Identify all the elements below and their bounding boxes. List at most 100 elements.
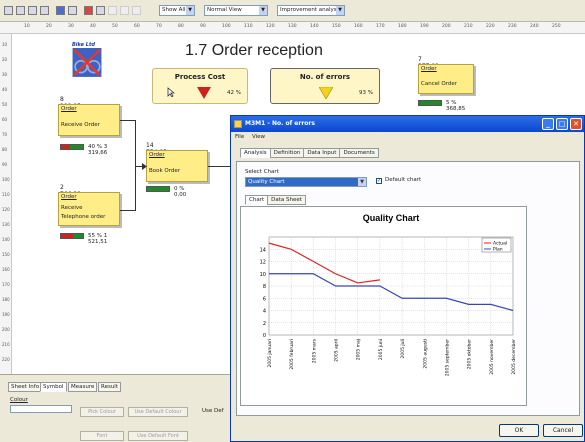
- process-box[interactable]: Order Book Order: [146, 150, 208, 182]
- ruler-tick: 150: [2, 252, 10, 257]
- x-tick-label: 2005 november: [489, 339, 495, 375]
- use-default-label[interactable]: Use Def: [202, 408, 224, 414]
- ruler-tick: 30: [2, 72, 8, 77]
- view-select-value: Normal View: [207, 7, 242, 13]
- ruler-tick: 50: [112, 24, 118, 29]
- copy-icon[interactable]: [40, 6, 49, 15]
- process-name: Cancel Order: [421, 81, 458, 87]
- process-box[interactable]: Order Receive Telephone order: [58, 192, 120, 226]
- ruler-tick: 190: [420, 24, 429, 29]
- kpi-process-cost[interactable]: Process Cost 42 %: [152, 68, 248, 104]
- kpi-no-of-errors[interactable]: No. of errors 93 %: [270, 68, 380, 104]
- chart-panel: Quality Chart 0 2 4 6 8 10 12 14 2005 januari 2005…: [240, 206, 527, 406]
- toolbar: Show All ▼ Normal View ▼ Improvement analy…: [0, 0, 585, 22]
- ruler-tick: 180: [398, 24, 407, 29]
- ruler-tick: 130: [2, 222, 10, 227]
- font-button[interactable]: Font: [80, 431, 124, 441]
- chart-select-value: Quality Chart: [248, 179, 285, 185]
- ruler-tick: 40: [90, 24, 96, 29]
- use-default-colour-button[interactable]: Use Default Colour: [128, 407, 188, 417]
- kpi-title: No. of errors: [299, 73, 351, 81]
- dialog-tabs: Analysis Definition Data Input Documents: [240, 148, 379, 160]
- x-tick-label: 2005 juni: [378, 339, 384, 360]
- window-icon: [234, 120, 242, 128]
- menu-file[interactable]: File: [235, 134, 244, 140]
- ruler-tick: 200: [442, 24, 451, 29]
- properties-panel: Sheet Info Symbol Measure Result Colour Pic…: [0, 374, 230, 442]
- process-box[interactable]: Order Receive Order: [58, 104, 120, 136]
- ruler-tick: 220: [486, 24, 495, 29]
- print-icon[interactable]: [16, 6, 25, 15]
- cursor-icon: [167, 87, 175, 97]
- tab-sheet-info[interactable]: Sheet Info: [8, 382, 43, 392]
- chart-title: Quality Chart: [363, 213, 420, 223]
- colour-label: Colour: [10, 397, 28, 403]
- down-triangle-yellow-icon: [319, 87, 333, 99]
- x-tick-label: 2005 september: [444, 339, 450, 376]
- show-select[interactable]: Show All ▼: [159, 5, 195, 16]
- analysis-select[interactable]: Improvement analysis ▼: [277, 5, 345, 16]
- ruler-tick: 40: [2, 87, 8, 92]
- pointer-icon[interactable]: [96, 6, 105, 15]
- line-icon[interactable]: [120, 6, 129, 15]
- tab-documents[interactable]: Documents: [339, 148, 379, 158]
- tab-chart[interactable]: Chart: [245, 195, 269, 205]
- y-tick-label: 10: [260, 272, 266, 278]
- minimize-icon[interactable]: _: [542, 118, 554, 130]
- ruler-tick: 30: [68, 24, 74, 29]
- ruler-tick: 70: [156, 24, 162, 29]
- x-tick-label: 2005 april: [334, 339, 340, 362]
- menu-view[interactable]: View: [252, 134, 265, 140]
- connector-line: [208, 166, 230, 167]
- cancel-button[interactable]: Cancel: [543, 424, 583, 437]
- view-select[interactable]: Normal View ▼: [204, 5, 268, 16]
- kpi-title: Process Cost: [174, 73, 226, 81]
- pick-colour-button[interactable]: Pick Colour: [80, 407, 124, 417]
- tab-symbol[interactable]: Symbol: [40, 382, 67, 392]
- progress-text: 5 % 368,85: [446, 100, 465, 112]
- x-tick-label: 2005 mars: [311, 338, 317, 363]
- ruler-tick: 10: [24, 24, 30, 29]
- process-box[interactable]: Order Cancel Order: [418, 64, 474, 94]
- process-name-line2: Telephone order: [61, 214, 106, 220]
- ruler-tick: 100: [2, 177, 10, 182]
- maximize-icon[interactable]: □: [556, 118, 568, 130]
- ruler-tick: 200: [2, 327, 10, 332]
- down-triangle-red-icon: [197, 87, 211, 99]
- progress-amount: 0,00: [174, 192, 187, 198]
- colour-field[interactable]: [10, 405, 72, 413]
- ruler-tick: 90: [2, 162, 8, 167]
- dialog-titlebar: M3M1 - No. of errors _ □ ✕: [231, 116, 584, 132]
- ok-button[interactable]: OK: [499, 424, 539, 437]
- ruler-tick: 50: [2, 102, 8, 107]
- legend-label: Actual: [493, 241, 507, 247]
- use-default-font-button[interactable]: Use Default Font: [128, 431, 188, 441]
- symbol-icon[interactable]: [84, 6, 93, 15]
- x-tick-label: 2005 januari: [267, 339, 273, 367]
- scissors-icon[interactable]: [28, 6, 37, 15]
- connector-icon[interactable]: [108, 6, 117, 15]
- table-icon[interactable]: [68, 6, 77, 15]
- y-tick-label: 14: [260, 247, 266, 253]
- default-chart-checkbox[interactable]: ✓: [376, 178, 382, 184]
- close-icon[interactable]: ✕: [570, 118, 582, 130]
- chart-select[interactable]: Quality Chart ▼: [245, 177, 367, 187]
- arrow-icon[interactable]: [132, 6, 141, 15]
- save-icon[interactable]: [4, 6, 13, 15]
- tab-measure[interactable]: Measure: [68, 382, 98, 392]
- tab-result[interactable]: Result: [98, 382, 121, 392]
- tab-data-input[interactable]: Data Input: [303, 148, 341, 158]
- process-category: Order: [149, 152, 165, 158]
- x-tick-label: 2005 juli: [400, 339, 406, 359]
- tab-analysis[interactable]: Analysis: [240, 148, 271, 158]
- tab-data-sheet[interactable]: Data Sheet: [267, 195, 306, 205]
- chevron-down-icon: ▼: [186, 6, 194, 15]
- horizontal-ruler: 10 20 30 40 50 60 70 80 90 100 110 120 130 140 150 160 1…: [0, 22, 585, 34]
- ruler-tick: 160: [354, 24, 363, 29]
- ruler-tick: 140: [2, 237, 10, 242]
- tab-definition[interactable]: Definition: [269, 148, 305, 158]
- y-tick-label: 0: [263, 333, 266, 339]
- quality-chart: Quality Chart 0 2 4 6 8 10 12 14 2005 januari 2005…: [260, 213, 517, 376]
- dialog-title: M3M1 - No. of errors: [245, 120, 315, 127]
- view-icon[interactable]: [56, 6, 65, 15]
